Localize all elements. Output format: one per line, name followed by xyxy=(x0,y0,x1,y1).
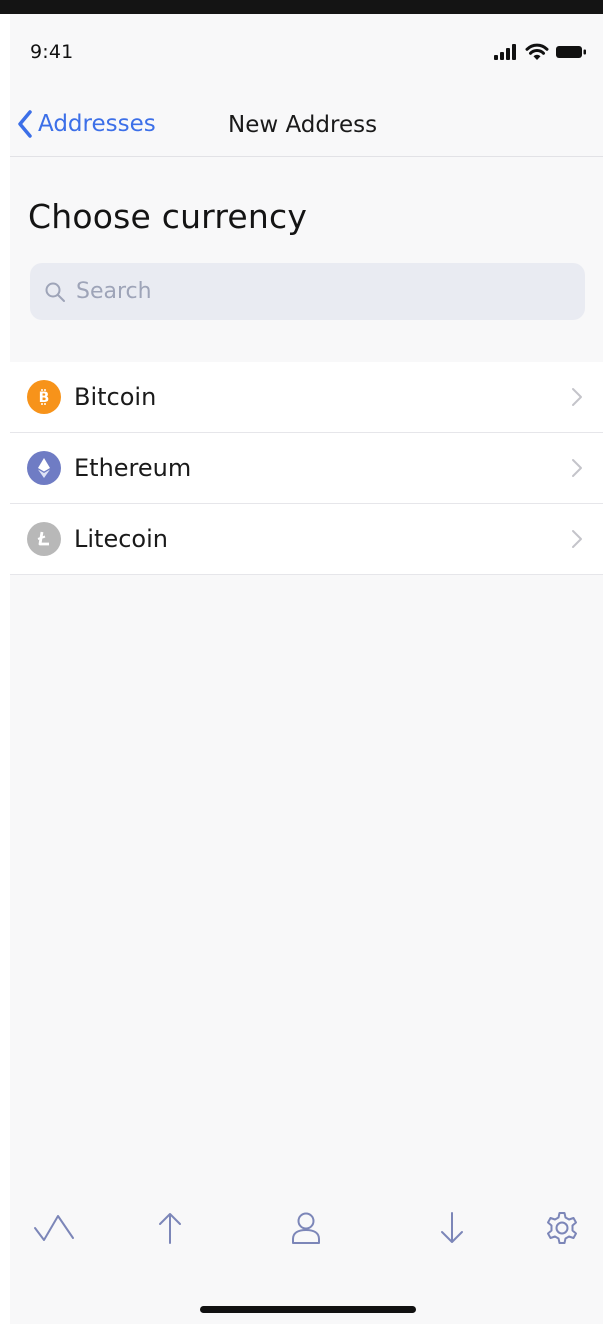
search-input[interactable] xyxy=(74,278,558,305)
search-bar[interactable] xyxy=(30,263,585,320)
currency-label: Litecoin xyxy=(74,525,168,553)
back-button-label: Addresses xyxy=(38,111,156,137)
chevron-right-icon xyxy=(572,530,582,548)
tab-bar xyxy=(10,1204,603,1264)
send-icon xyxy=(159,1213,181,1244)
currency-row-ethereum[interactable]: Ethereum xyxy=(10,433,603,504)
activity-icon xyxy=(34,1215,74,1241)
tab-settings[interactable] xyxy=(538,1204,586,1252)
ethereum-icon xyxy=(27,451,61,485)
contacts-icon xyxy=(292,1212,320,1244)
receive-icon xyxy=(441,1212,463,1243)
status-icons xyxy=(493,41,587,63)
currency-label: Ethereum xyxy=(74,454,192,482)
phone-screen: 9:41 Addresses New Address Choose curren… xyxy=(10,14,603,1324)
home-indicator[interactable] xyxy=(200,1306,416,1313)
search-icon xyxy=(45,282,65,302)
status-bar: 9:41 xyxy=(10,14,603,84)
back-button[interactable]: Addresses xyxy=(16,104,156,144)
nav-title: New Address xyxy=(228,112,378,138)
tab-activity[interactable] xyxy=(30,1204,78,1252)
settings-icon xyxy=(547,1212,577,1244)
bitcoin-icon: B xyxy=(27,380,61,414)
cellular-signal-icon xyxy=(494,44,516,60)
navigation-bar: Addresses New Address xyxy=(10,94,603,157)
currency-row-bitcoin[interactable]: B Bitcoin xyxy=(10,362,603,433)
battery-icon xyxy=(556,46,586,58)
wifi-icon xyxy=(525,43,549,60)
tab-receive[interactable] xyxy=(428,1204,476,1252)
currency-label: Bitcoin xyxy=(74,383,157,411)
currency-row-litecoin[interactable]: Litecoin xyxy=(10,504,603,575)
svg-text:B: B xyxy=(39,390,50,406)
chevron-right-icon xyxy=(572,459,582,477)
litecoin-icon xyxy=(27,522,61,556)
device-top-frame xyxy=(0,0,603,14)
chevron-left-icon xyxy=(18,110,32,138)
status-time: 9:41 xyxy=(30,41,74,63)
chevron-right-icon xyxy=(572,388,582,406)
page-title: Choose currency xyxy=(28,197,308,236)
tab-send[interactable] xyxy=(146,1204,194,1252)
tab-contacts[interactable] xyxy=(282,1204,330,1252)
currency-list: B Bitcoin Ethereum Litecoin xyxy=(10,362,603,575)
